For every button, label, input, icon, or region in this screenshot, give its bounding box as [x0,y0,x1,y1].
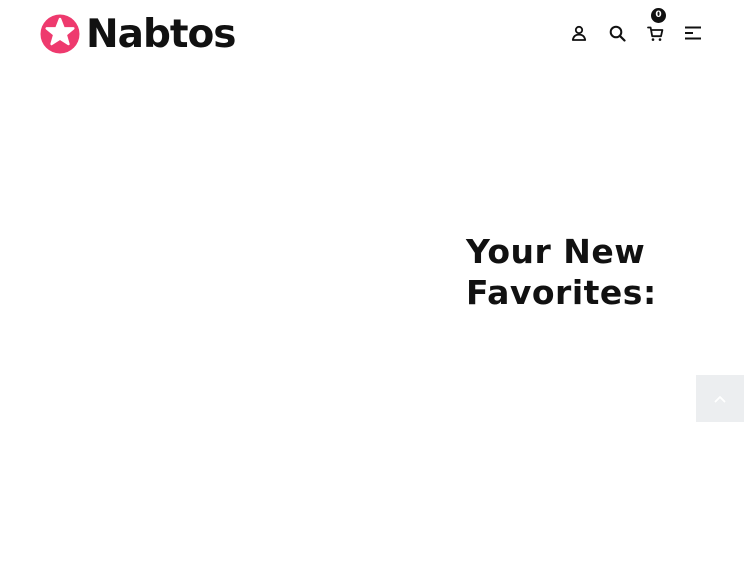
star-in-circle-icon [40,14,80,54]
cart-icon [646,26,663,41]
menu-button[interactable] [682,22,704,44]
chevron-up-icon [714,395,726,402]
user-icon [571,25,587,41]
menu-icon [685,26,701,40]
cart-button[interactable]: 0 [644,8,666,44]
search-button[interactable] [606,22,628,44]
hero-title: Your New Favorites: [466,231,657,313]
search-icon [609,25,626,42]
hero-title-line-1: Your New [466,232,646,271]
scroll-to-top-button[interactable] [696,375,744,422]
header-actions: 0 [568,8,704,44]
hero-title-line-2: Favorites: [466,273,657,312]
page: Nabtos 0 Your New Favorites: [0,0,750,563]
cart-count-badge: 0 [651,8,666,23]
logo-text: Nabtos [86,11,237,57]
account-button[interactable] [568,22,590,44]
logo-link[interactable]: Nabtos [40,11,237,57]
